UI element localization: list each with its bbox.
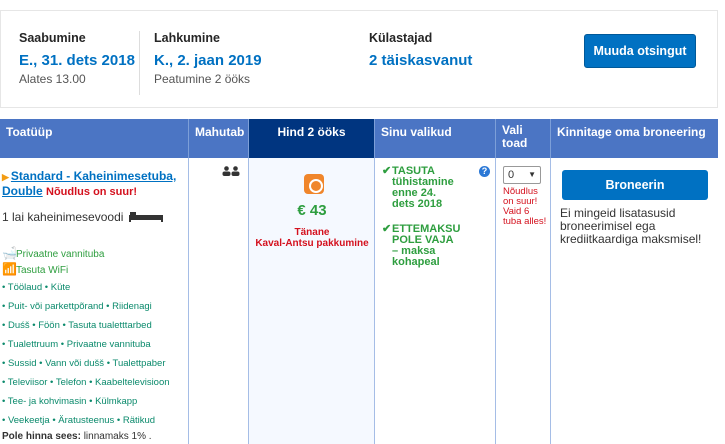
not-included-label: Pole hinna sees: bbox=[2, 431, 81, 442]
guests-block: Külastajad 2 täiskasvanut bbox=[369, 31, 472, 69]
facility-line: • Sussid • Vann või dušš • Tualettpaber bbox=[2, 358, 166, 369]
book-button[interactable]: Broneerin bbox=[562, 170, 708, 200]
checkin-date: E., 31. dets 2018 bbox=[19, 52, 135, 69]
checkin-label: Saabumine bbox=[19, 31, 86, 45]
chevron-down-icon: ▼ bbox=[528, 170, 536, 179]
checkmark-icon: ✔ bbox=[382, 165, 392, 177]
two-persons-icon bbox=[222, 166, 240, 176]
facility-line: • Duśš • Föön • Tasuta tualett­tarbed bbox=[2, 320, 152, 331]
availability-warning: Nõudlus on suur! Vaid 6 tuba alles! bbox=[503, 187, 551, 227]
header-room-type: Toatüüp bbox=[0, 119, 189, 158]
wifi-icon: 📶 bbox=[2, 262, 17, 276]
no-prepayment: ✔ ETTEMAKSU POLE VAJA – maksa kohapeal bbox=[382, 224, 492, 268]
quantity-value: 0 bbox=[508, 169, 515, 181]
bed-info: 1 lai kaheinimesevoodi bbox=[2, 210, 163, 224]
demand-warning: Nõudlus on suur! bbox=[46, 186, 138, 198]
bed-label: 1 lai kaheinimesevoodi bbox=[2, 210, 124, 224]
header-choices: Sinu valikud bbox=[375, 119, 496, 158]
header-select-rooms: Vali toad bbox=[496, 119, 551, 158]
amenity-bathroom: 🛁Privaatne vannituba bbox=[2, 246, 104, 260]
bed-icon bbox=[128, 212, 163, 222]
bathtub-icon: 🛁 bbox=[2, 246, 17, 260]
warning-line: tuba alles! bbox=[503, 216, 547, 227]
room-title: ▶ Standard - Kaheinimesetuba, Double Nõud… bbox=[2, 169, 182, 199]
change-search-button[interactable]: Muuda otsingut bbox=[584, 34, 696, 68]
amenity-bathroom-label: Privaatne vannituba bbox=[16, 249, 105, 260]
amenity-wifi-label: Tasuta WiFi bbox=[16, 265, 69, 276]
checkin-block: Saabumine E., 31. dets 2018 Alates 13.00 bbox=[19, 31, 135, 86]
price-amount: € 43 bbox=[297, 202, 327, 219]
facility-line: • Tualettruum • Privaatne vannituba bbox=[2, 339, 151, 350]
not-included-note: Pole hinna sees: linnamaks 1% . bbox=[2, 431, 152, 442]
deal-badge-icon bbox=[304, 174, 324, 194]
deal-line: Tänane bbox=[294, 227, 330, 238]
facility-line: • Tee- ja kohvimasin • Külmkapp bbox=[2, 396, 138, 407]
facility-line: • Televiisor • Telefon • Kaabeltelevisio… bbox=[2, 377, 170, 388]
choice-line: dets 2018 bbox=[392, 198, 443, 210]
guests-label: Külastajad bbox=[369, 31, 433, 45]
cell-sleeps bbox=[189, 158, 249, 444]
cell-price bbox=[249, 158, 375, 444]
header-confirm: Kinnitage oma broneering bbox=[551, 119, 718, 158]
not-included-text: linnamaks 1% . bbox=[83, 431, 152, 442]
info-icon[interactable]: ? bbox=[479, 166, 490, 177]
facility-line: • Puit- või parkettpõrand • Riidenagi bbox=[2, 301, 152, 312]
facility-line: • Töölaud • Küte bbox=[2, 282, 71, 293]
room-table-header: Toatüüp Mahutab Hind 2 ööks Sinu valikud… bbox=[0, 119, 718, 158]
checkin-time: Alates 13.00 bbox=[19, 72, 86, 86]
free-cancellation: ✔ TASUTA tühistamine enne 24. dets 2018 bbox=[382, 166, 492, 210]
checkout-label: Lahkumine bbox=[154, 31, 220, 45]
header-sleeps: Mahutab bbox=[189, 119, 249, 158]
amenity-wifi: 📶Tasuta WiFi bbox=[2, 262, 68, 276]
checkout-date: K., 2. jaan 2019 bbox=[154, 52, 262, 69]
cell-confirm bbox=[551, 158, 718, 444]
guests-value: 2 täiskasvanut bbox=[369, 52, 473, 69]
search-summary: Saabumine E., 31. dets 2018 Alates 13.00… bbox=[0, 10, 718, 108]
choice-line: kohapeal bbox=[392, 256, 440, 268]
stay-length: Peatumine 2 ööks bbox=[154, 72, 251, 86]
checkmark-icon: ✔ bbox=[382, 223, 392, 235]
no-fees-note: Ei mingeid lisatasusid broneerimisel ega… bbox=[560, 206, 702, 246]
header-price: Hind 2 ööks bbox=[249, 119, 375, 158]
room-quantity-select[interactable]: 0 ▼ bbox=[503, 166, 541, 184]
deal-line: Kaval-Antsu pakkumine bbox=[255, 238, 369, 249]
checkout-block: Lahkumine K., 2. jaan 2019 Peatumine 2 ö… bbox=[139, 31, 262, 95]
facility-line: • Veekeetja • Äratusteenus • Rätikud bbox=[2, 415, 156, 426]
caret-right-icon: ▶ bbox=[2, 172, 9, 182]
deal-text: Tänane Kaval-Antsu pakkumine bbox=[249, 227, 375, 249]
